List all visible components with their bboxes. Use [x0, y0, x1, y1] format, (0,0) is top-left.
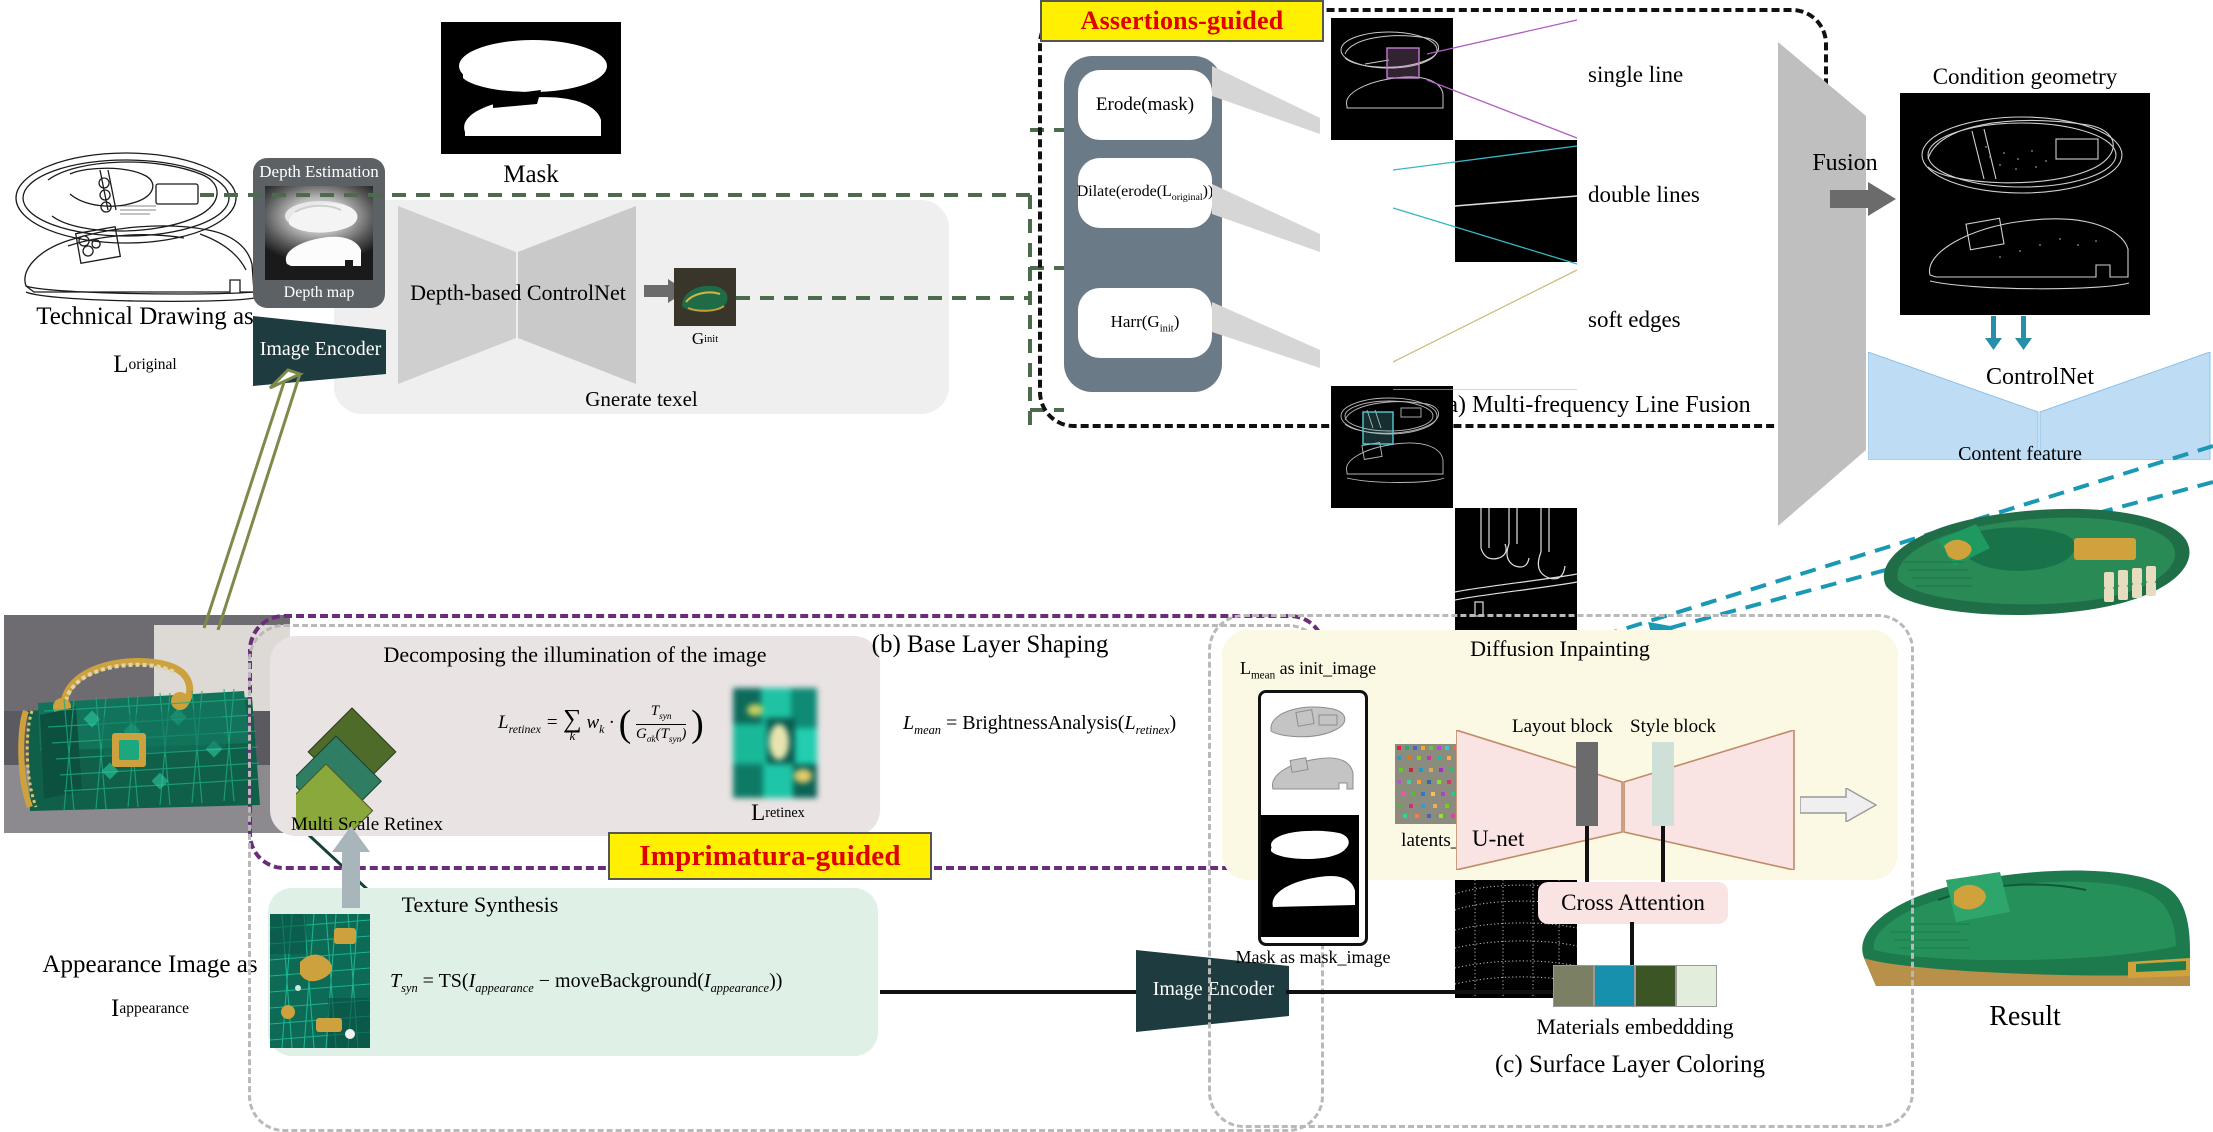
operation-label-2-tail: ): [1173, 311, 1180, 331]
formula-t-syn: Tsyn = TS(Iappearance − moveBackground(I…: [390, 970, 783, 995]
fusion-label: Fusion: [1812, 149, 1878, 176]
result-image-top: [1868, 490, 2198, 630]
cross-attention-block: Cross Attention: [1538, 882, 1728, 924]
material-swatch-0: [1553, 965, 1594, 1007]
init-image-sub: mean: [1251, 669, 1276, 682]
layout-block-bar: [1576, 742, 1598, 826]
operation-label-2: Harr(G: [1110, 311, 1160, 331]
assertions-guided-badge: Assertions-guided: [1040, 0, 1324, 42]
operation-box-1: Dilate(erode(Loriginal)): [1076, 158, 1213, 228]
i-appearance-sub: appearance: [119, 1000, 190, 1017]
unet-label: U-net: [1472, 826, 1525, 851]
style-block-label: Style block: [1630, 716, 1717, 737]
thumbnail-callout-lines: [1392, 19, 1578, 390]
materials-embedding-swatches: [1553, 965, 1717, 1007]
init-image-tail: as init_image: [1279, 658, 1377, 678]
condition-geometry-image: [1900, 93, 2150, 315]
operation-label-1: Dilate(erode(L: [1076, 182, 1172, 200]
init-image-base: L: [1240, 658, 1251, 678]
ops-to-thumbs-wedges: [1212, 66, 1320, 368]
arrow-unet-to-result: [1800, 788, 1878, 822]
controlnet-label: ControlNet: [1986, 363, 2094, 390]
init-image-label: Lmean as init_image: [1240, 658, 1470, 684]
result-caption: Result: [1989, 1001, 2061, 1032]
init-image-stack: [1258, 690, 1368, 946]
material-swatch-3: [1676, 965, 1717, 1007]
material-swatch-2: [1635, 965, 1676, 1007]
layout-block-label: Layout block: [1512, 716, 1613, 737]
arrow-appearance-to-encoder: [202, 368, 305, 630]
operation-label-1-sub: original: [1171, 192, 1203, 204]
lines-blocks-to-cross-attention: [1585, 826, 1665, 886]
operation-label-2-sub: init: [1159, 323, 1174, 335]
panel-c-caption: (c) Surface Layer Coloring: [1494, 1051, 1766, 1078]
arrow-geometry-to-controlnet: [1985, 316, 2032, 350]
line-texture-to-encoder: [880, 990, 1138, 994]
operation-box-0: Erode(mask): [1078, 70, 1212, 140]
operation-box-2: Harr(Ginit): [1078, 288, 1212, 358]
operation-label-0: Erode(mask): [1095, 94, 1195, 115]
material-swatch-1: [1594, 965, 1635, 1007]
content-feature-label: Content feature: [1958, 442, 2082, 465]
arrow-texture-to-decompose: [332, 826, 370, 908]
texture-synthesis-image: [270, 914, 370, 1048]
mask-image-label: Mask as mask_image: [1235, 946, 1391, 967]
arrow-fusion: [1830, 182, 1896, 216]
texture-synthesis-title: Texture Synthesis: [401, 892, 559, 917]
i-appearance-base: I: [110, 995, 120, 1022]
condition-geometry-label: Condition geometry: [1932, 64, 2118, 89]
panel-a-caption: (a) Multi-frequency Line Fusion: [1439, 391, 1751, 418]
materials-embedding-label: Materials embeddding: [1536, 1014, 1734, 1039]
style-block-bar: [1652, 742, 1674, 826]
